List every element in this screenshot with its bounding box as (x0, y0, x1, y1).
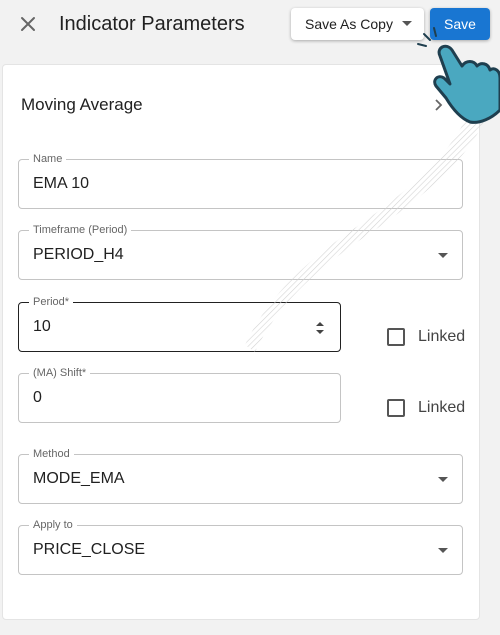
name-field[interactable]: Name EMA 10 (18, 152, 463, 209)
period-label: Period* (29, 295, 74, 309)
chevron-right-icon (435, 99, 443, 111)
linked-label: Linked (418, 399, 466, 416)
apply-to-label: Apply to (29, 518, 77, 532)
save-as-copy-button[interactable]: Save As Copy (291, 8, 424, 40)
save-as-copy-label: Save As Copy (305, 16, 393, 32)
name-value: EMA 10 (33, 175, 90, 192)
dialog-header: Indicator Parameters Save As Copy Save (0, 0, 500, 50)
period-linked-checkbox[interactable]: Linked (387, 327, 477, 347)
timeframe-label: Timeframe (Period) (29, 223, 132, 237)
section-moving-average[interactable]: Moving Average (3, 85, 479, 125)
name-label: Name (29, 152, 67, 166)
chevron-down-icon[interactable] (402, 21, 412, 26)
save-label: Save (444, 16, 476, 32)
method-value: MODE_EMA (33, 470, 125, 487)
timeframe-value: PERIOD_H4 (33, 246, 124, 263)
chevron-down-icon (438, 253, 448, 258)
timeframe-select[interactable]: Timeframe (Period) PERIOD_H4 (18, 223, 463, 280)
page-title: Indicator Parameters (59, 13, 245, 35)
apply-to-value: PRICE_CLOSE (33, 541, 146, 558)
section-title: Moving Average (21, 95, 143, 114)
checkbox-icon[interactable] (387, 328, 405, 346)
linked-label: Linked (418, 328, 466, 345)
save-button[interactable]: Save (430, 8, 490, 40)
spinner-icon[interactable] (314, 319, 326, 337)
shift-linked-checkbox[interactable]: Linked (387, 398, 477, 418)
period-input[interactable]: Period* 10 (18, 295, 341, 352)
shift-label: (MA) Shift* (29, 366, 91, 380)
chevron-down-icon (438, 477, 448, 482)
close-icon[interactable] (16, 12, 40, 36)
method-select[interactable]: Method MODE_EMA (18, 447, 463, 504)
shift-input[interactable]: (MA) Shift* 0 (18, 366, 341, 423)
checkbox-icon[interactable] (387, 399, 405, 417)
parameters-card: Moving Average Name EMA 10 Timeframe (Pe… (2, 64, 480, 620)
chevron-down-icon (438, 548, 448, 553)
period-value: 10 (33, 318, 51, 335)
method-label: Method (29, 447, 74, 461)
shift-value: 0 (33, 389, 42, 406)
apply-to-select[interactable]: Apply to PRICE_CLOSE (18, 518, 463, 575)
